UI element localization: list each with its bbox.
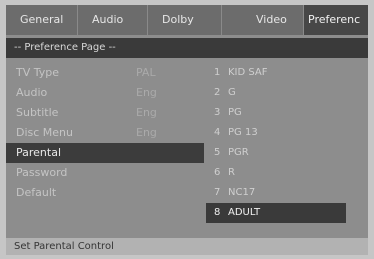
parental-option[interactable]: 7 NC17 — [206, 183, 346, 203]
option-number: 7 — [214, 187, 221, 198]
parental-option-selected[interactable]: 8 ADULT — [206, 203, 346, 223]
parental-option[interactable]: 5 PGR — [206, 143, 346, 163]
tab-video[interactable]: Video — [222, 5, 304, 35]
menu-item-label: Default — [16, 186, 57, 199]
option-label: R — [228, 167, 235, 178]
parental-option[interactable]: 2G — [206, 83, 346, 103]
option-label: KID SAF — [228, 67, 268, 78]
menu-item-value: PAL — [136, 66, 156, 79]
option-number: 8 — [214, 207, 221, 218]
menu-item-label: Subtitle — [16, 106, 59, 119]
option-label: PG — [228, 107, 242, 118]
tab-bar: General Audio Dolby Video Preferenc — [6, 5, 368, 35]
option-number: 1 — [214, 67, 221, 78]
menu-item-label: Password — [16, 166, 68, 179]
option-number: 3 — [214, 107, 221, 118]
parental-option[interactable]: 6R — [206, 163, 346, 183]
parental-option[interactable]: 4 PG 13 — [206, 123, 346, 143]
menu-item-password[interactable]: Password — [6, 163, 206, 183]
tab-general[interactable]: General — [6, 5, 78, 35]
menu-item-label: TV Type — [16, 66, 60, 79]
menu-item-tv-type[interactable]: TV Type PAL — [6, 63, 206, 83]
page-title: -- Preference Page -- — [6, 38, 368, 58]
menu-item-default[interactable]: Default — [6, 183, 206, 203]
option-number: 5 — [214, 147, 221, 158]
option-label: G — [228, 87, 236, 98]
menu-item-value: Eng — [136, 106, 157, 119]
menu-item-value: Eng — [136, 126, 157, 139]
tab-preference[interactable]: Preferenc — [304, 5, 368, 35]
status-bar: Set Parental Control — [6, 238, 368, 255]
option-number: 4 — [214, 127, 221, 138]
menu-item-value: Eng — [136, 86, 157, 99]
tab-audio[interactable]: Audio — [78, 5, 148, 35]
option-label: NC17 — [228, 187, 256, 198]
osd-screen: General Audio Dolby Video Preferenc -- P… — [6, 5, 368, 255]
option-label: PG 13 — [228, 127, 258, 138]
option-label: PGR — [228, 147, 249, 158]
option-number: 6 — [214, 167, 221, 178]
menu-item-label: Disc Menu — [16, 126, 74, 139]
parental-option[interactable]: 1 KID SAF — [206, 63, 346, 83]
parental-option[interactable]: 3 PG — [206, 103, 346, 123]
settings-menu: TV Type PAL Audio Eng Subtitle Eng Disc … — [6, 63, 206, 203]
option-number: 2 — [214, 87, 221, 98]
menu-item-audio[interactable]: Audio Eng — [6, 83, 206, 103]
menu-item-subtitle[interactable]: Subtitle Eng — [6, 103, 206, 123]
menu-item-disc-menu[interactable]: Disc Menu Eng — [6, 123, 206, 143]
option-label: ADULT — [228, 207, 261, 218]
parental-options-list: 1 KID SAF 2G 3 PG 4 PG 13 5 PGR 6R 7 NC17 8 AD… — [206, 63, 346, 223]
menu-item-label: Parental — [16, 146, 62, 159]
menu-item-parental[interactable]: Parental — [6, 143, 204, 163]
menu-item-label: Audio — [16, 86, 48, 99]
tab-dolby[interactable]: Dolby — [148, 5, 222, 35]
